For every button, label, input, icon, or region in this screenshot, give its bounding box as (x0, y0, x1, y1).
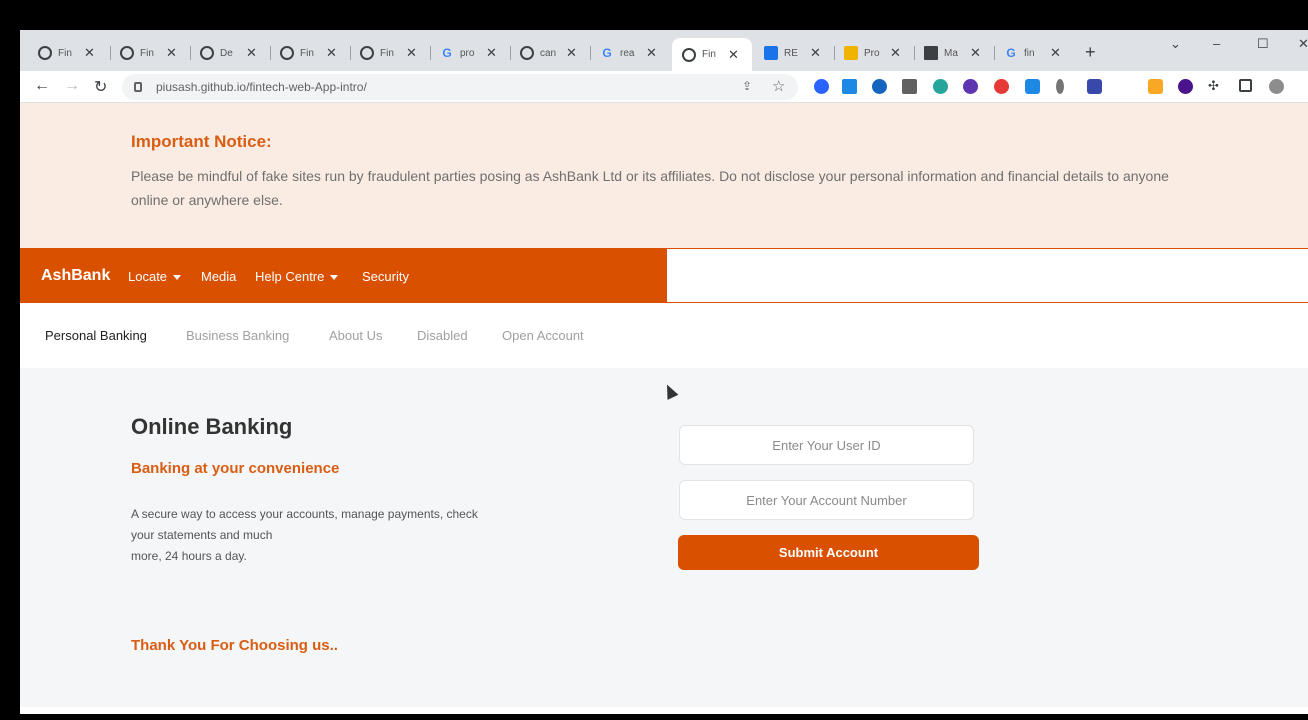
close-tab-icon[interactable]: ✕ (890, 45, 901, 61)
reload-icon[interactable]: ↻ (94, 77, 107, 97)
nav-locate[interactable]: Locate (128, 269, 182, 284)
avatar[interactable] (1269, 79, 1284, 94)
address-bar[interactable]: piusash.github.io/fintech-web-App-intro/… (122, 74, 798, 100)
extension-icon[interactable] (902, 79, 917, 94)
github-icon (520, 46, 534, 60)
x-icon (764, 46, 778, 60)
close-tab-icon[interactable]: ✕ (406, 45, 417, 61)
extension-icon[interactable] (963, 79, 978, 94)
secondary-nav: Personal Banking Business Banking About … (20, 303, 1308, 368)
close-tab-icon[interactable]: ✕ (566, 45, 577, 61)
globe-icon (280, 46, 294, 60)
back-icon[interactable]: ← (34, 77, 50, 95)
extension-icon[interactable] (814, 79, 829, 94)
subnav-business-banking[interactable]: Business Banking (186, 328, 289, 343)
extension-icon[interactable] (1025, 79, 1040, 94)
main-navbar: AshBank Locate Media Help Centre Securit… (20, 248, 667, 303)
extension-icon[interactable] (1178, 79, 1193, 94)
puzzle-icon[interactable]: ✣ (1208, 78, 1219, 94)
globe-icon (360, 46, 374, 60)
nav-media[interactable]: Media (201, 269, 236, 284)
close-tab-icon[interactable]: ✕ (810, 45, 821, 61)
extension-icon[interactable] (1087, 79, 1102, 94)
subnav-about-us[interactable]: About Us (329, 328, 382, 343)
github-icon (200, 46, 214, 60)
browser-window: Fin ✕ Fin ✕ De ✕ Fin ✕ Fin ✕ Gpro ✕ can ✕ Grea ✕… (20, 30, 1308, 714)
notice-title: Important Notice: (131, 132, 272, 151)
caret-down-icon (173, 275, 182, 281)
browser-tab[interactable]: Gfin ✕ (994, 38, 1074, 68)
bookmark-star-icon[interactable]: ☆ (772, 77, 785, 95)
browser-tab[interactable]: Fin ✕ (270, 38, 350, 68)
caret-down-icon (330, 275, 339, 281)
close-tab-icon[interactable]: ✕ (246, 45, 257, 61)
globe-icon (120, 46, 134, 60)
globe-icon (682, 47, 696, 62)
m-icon (844, 46, 858, 60)
mic-icon[interactable] (1056, 79, 1064, 94)
browser-tab[interactable]: Fin ✕ (350, 38, 430, 68)
important-notice: Important Notice: Please be mindful of f… (20, 103, 1308, 248)
share-icon[interactable]: ⇪ (742, 79, 752, 93)
tab-strip: Fin ✕ Fin ✕ De ✕ Fin ✕ Fin ✕ Gpro ✕ can ✕ Grea ✕… (20, 30, 1308, 71)
extension-icon[interactable] (842, 79, 857, 94)
submit-account-button[interactable]: Submit Account (678, 535, 979, 570)
minimize-icon[interactable]: ‒ (1213, 36, 1220, 51)
brand-logo[interactable]: AshBank (41, 267, 110, 285)
subnav-open-account[interactable]: Open Account (502, 328, 584, 343)
google-icon: G (1006, 46, 1016, 60)
new-tab-button[interactable]: + (1085, 42, 1096, 63)
close-tab-icon[interactable]: ✕ (646, 45, 657, 61)
google-icon: G (442, 46, 452, 60)
browser-tab[interactable]: RE ✕ (754, 38, 834, 68)
doc-icon (924, 46, 938, 60)
thank-you-text: Thank You For Choosing us.. (131, 637, 338, 654)
extension-icon[interactable] (933, 79, 948, 94)
sidepanel-icon[interactable] (1239, 79, 1252, 92)
page-subtitle: Banking at your convenience (131, 460, 340, 477)
account-number-input[interactable] (679, 480, 974, 520)
close-window-icon[interactable]: ✕ (1298, 36, 1308, 52)
tab-search-icon[interactable]: ⌄ (1170, 36, 1181, 52)
browser-tab[interactable]: De ✕ (190, 38, 270, 68)
user-id-input[interactable] (679, 425, 974, 465)
nav-security[interactable]: Security (362, 269, 409, 284)
web-page: Important Notice: Please be mindful of f… (20, 103, 1308, 714)
browser-toolbar: ← → ↻ piusash.github.io/fintech-web-App-… (20, 71, 1308, 103)
google-icon: G (602, 46, 612, 60)
browser-tab[interactable]: Fin ✕ (28, 38, 108, 68)
url-text: piusash.github.io/fintech-web-App-intro/ (156, 80, 367, 94)
notice-body: Please be mindful of fake sites run by f… (131, 168, 1169, 208)
close-tab-icon[interactable]: ✕ (84, 45, 95, 61)
close-tab-icon[interactable]: ✕ (728, 47, 739, 63)
close-tab-icon[interactable]: ✕ (970, 45, 981, 61)
browser-tab[interactable]: Pro ✕ (834, 38, 914, 68)
github-icon (38, 46, 52, 60)
browser-tab[interactable]: Ma ✕ (914, 38, 994, 68)
browser-tab-active[interactable]: Fin ✕ (672, 38, 752, 71)
mouse-cursor-icon (661, 382, 679, 400)
close-tab-icon[interactable]: ✕ (1050, 45, 1061, 61)
extension-icon[interactable] (1148, 79, 1163, 94)
page-title: Online Banking (131, 414, 293, 439)
navbar-blank-area (667, 248, 1308, 303)
lock-icon (134, 82, 142, 92)
nav-help-centre[interactable]: Help Centre (255, 269, 339, 284)
subnav-personal-banking[interactable]: Personal Banking (45, 328, 147, 343)
close-tab-icon[interactable]: ✕ (166, 45, 177, 61)
extension-icon[interactable] (994, 79, 1009, 94)
browser-tab[interactable]: Fin ✕ (110, 38, 190, 68)
close-tab-icon[interactable]: ✕ (326, 45, 337, 61)
forward-icon[interactable]: → (64, 77, 80, 95)
description: A secure way to access your accounts, ma… (131, 507, 478, 563)
maximize-icon[interactable]: ☐ (1257, 36, 1269, 52)
close-tab-icon[interactable]: ✕ (486, 45, 497, 61)
browser-tab[interactable]: Gpro ✕ (430, 38, 510, 68)
browser-tab[interactable]: Grea ✕ (590, 38, 670, 68)
page-bottom-edge (20, 707, 1308, 714)
subnav-disabled[interactable]: Disabled (417, 328, 468, 343)
extension-icon[interactable] (872, 79, 887, 94)
browser-tab[interactable]: can ✕ (510, 38, 590, 68)
